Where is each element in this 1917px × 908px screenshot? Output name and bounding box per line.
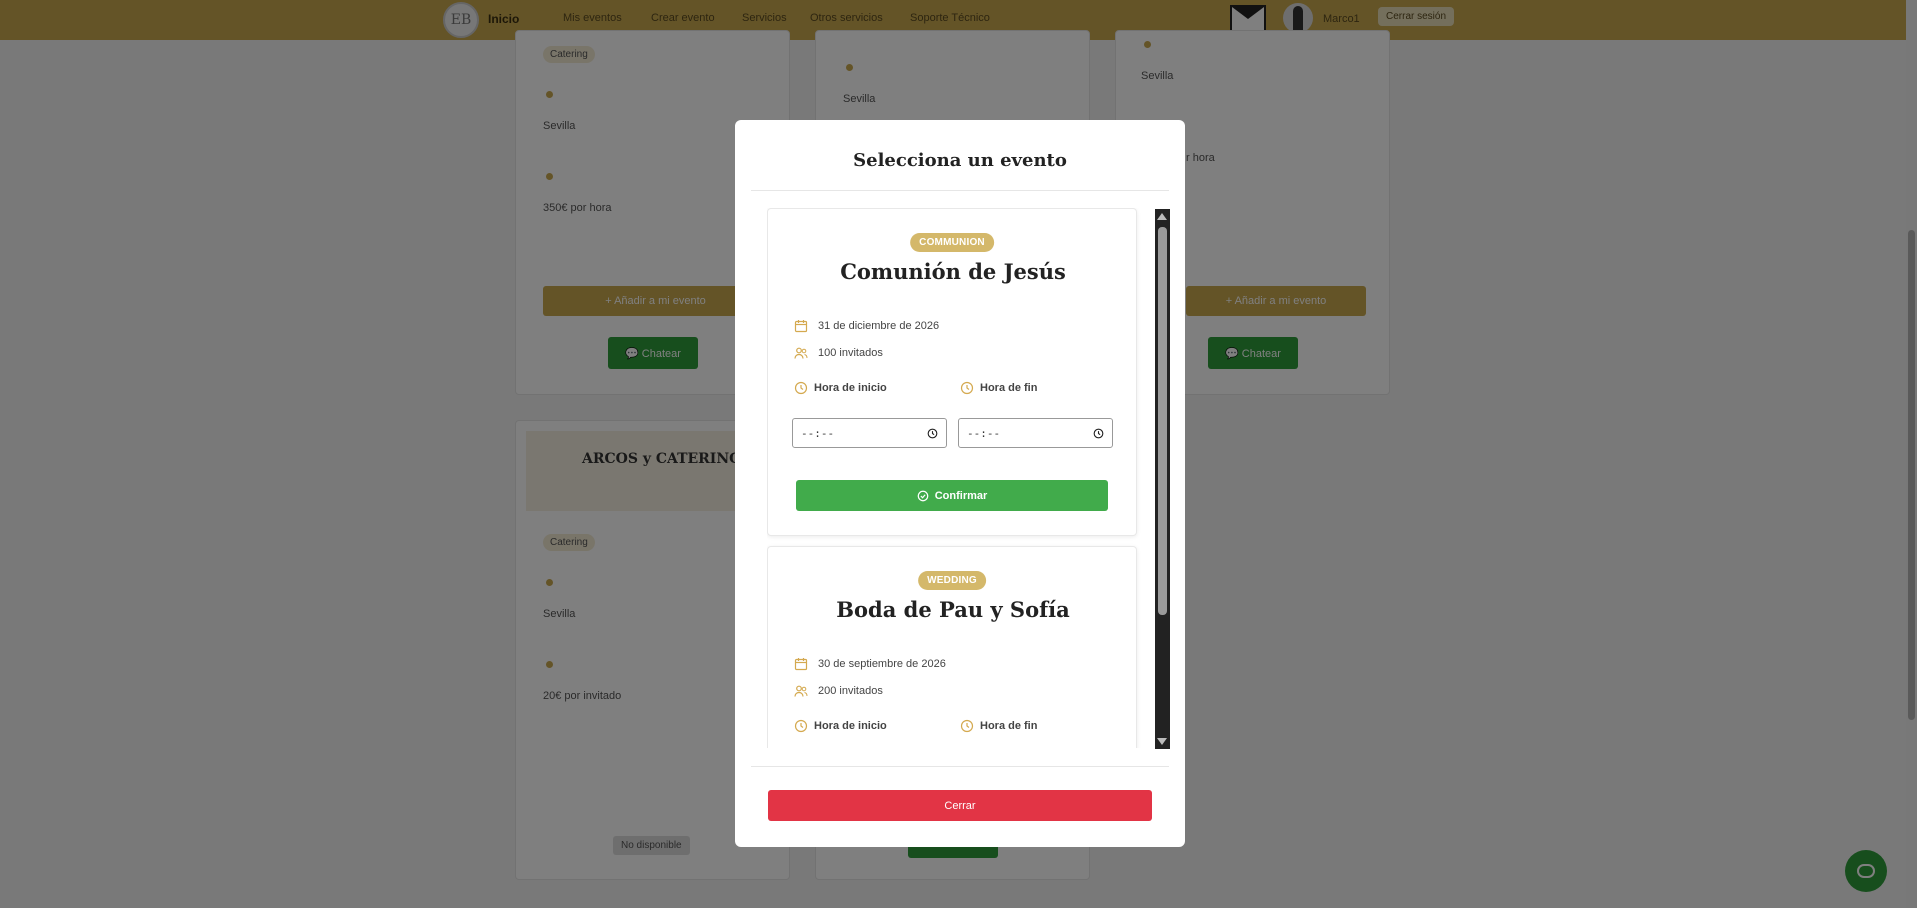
clock-icon bbox=[794, 719, 808, 733]
close-label: Cerrar bbox=[944, 799, 976, 812]
event-list-scrollbar[interactable] bbox=[1155, 209, 1170, 749]
select-event-modal: Selecciona un evento COMMUNION Comunión … bbox=[735, 120, 1185, 847]
clock-icon[interactable] bbox=[1093, 428, 1104, 439]
event-card: WEDDING Boda de Pau y Sofía 30 de septie… bbox=[767, 546, 1137, 748]
confirm-button[interactable]: Confirmar bbox=[796, 480, 1108, 511]
close-button[interactable]: Cerrar bbox=[768, 790, 1152, 821]
modal-divider bbox=[751, 190, 1169, 191]
modal-title: Selecciona un evento bbox=[853, 150, 1067, 171]
scroll-down-arrow-icon[interactable] bbox=[1157, 738, 1167, 745]
clock-icon bbox=[960, 381, 974, 395]
start-time-label-text: Hora de inicio bbox=[814, 720, 887, 732]
confirm-label: Confirmar bbox=[934, 489, 988, 502]
end-time-label-text: Hora de fin bbox=[980, 720, 1038, 732]
end-time-value: --:-- bbox=[967, 426, 1001, 440]
event-guests: 200 invitados bbox=[818, 685, 883, 697]
calendar-icon bbox=[794, 320, 808, 333]
start-time-value: --:-- bbox=[801, 426, 835, 440]
users-icon bbox=[794, 685, 808, 697]
event-date-row: 30 de septiembre de 2026 bbox=[794, 657, 946, 671]
end-time-label-text: Hora de fin bbox=[980, 382, 1038, 394]
event-guests-row: 200 invitados bbox=[794, 684, 883, 698]
calendar-icon bbox=[794, 658, 808, 671]
clock-icon bbox=[794, 381, 808, 395]
users-icon bbox=[794, 347, 808, 359]
event-guests: 100 invitados bbox=[818, 347, 883, 359]
event-type-badge: COMMUNION bbox=[910, 233, 994, 252]
event-title: Comunión de Jesús bbox=[840, 259, 1066, 284]
scroll-up-arrow-icon[interactable] bbox=[1157, 213, 1167, 220]
event-list[interactable]: COMMUNION Comunión de Jesús 31 de diciem… bbox=[767, 208, 1163, 748]
event-date-row: 31 de diciembre de 2026 bbox=[794, 319, 939, 333]
event-type-badge: WEDDING bbox=[918, 571, 986, 590]
end-time-label: Hora de fin bbox=[960, 719, 1037, 733]
modal-footer-divider bbox=[751, 766, 1169, 767]
clock-icon[interactable] bbox=[927, 428, 938, 439]
event-list-scrollbar-thumb[interactable] bbox=[1158, 227, 1167, 615]
event-date: 31 de diciembre de 2026 bbox=[818, 320, 940, 332]
start-time-label-text: Hora de inicio bbox=[814, 382, 887, 394]
end-time-input[interactable]: --:-- bbox=[958, 418, 1113, 448]
start-time-input[interactable]: --:-- bbox=[792, 418, 947, 448]
start-time-label: Hora de inicio bbox=[794, 719, 887, 733]
start-time-label: Hora de inicio bbox=[794, 381, 887, 395]
event-title: Boda de Pau y Sofía bbox=[836, 597, 1070, 622]
event-card: COMMUNION Comunión de Jesús 31 de diciem… bbox=[767, 208, 1137, 536]
end-time-label: Hora de fin bbox=[960, 381, 1037, 395]
check-circle-icon bbox=[917, 490, 929, 501]
clock-icon bbox=[960, 719, 974, 733]
event-date: 30 de septiembre de 2026 bbox=[818, 658, 946, 670]
event-guests-row: 100 invitados bbox=[794, 346, 883, 360]
